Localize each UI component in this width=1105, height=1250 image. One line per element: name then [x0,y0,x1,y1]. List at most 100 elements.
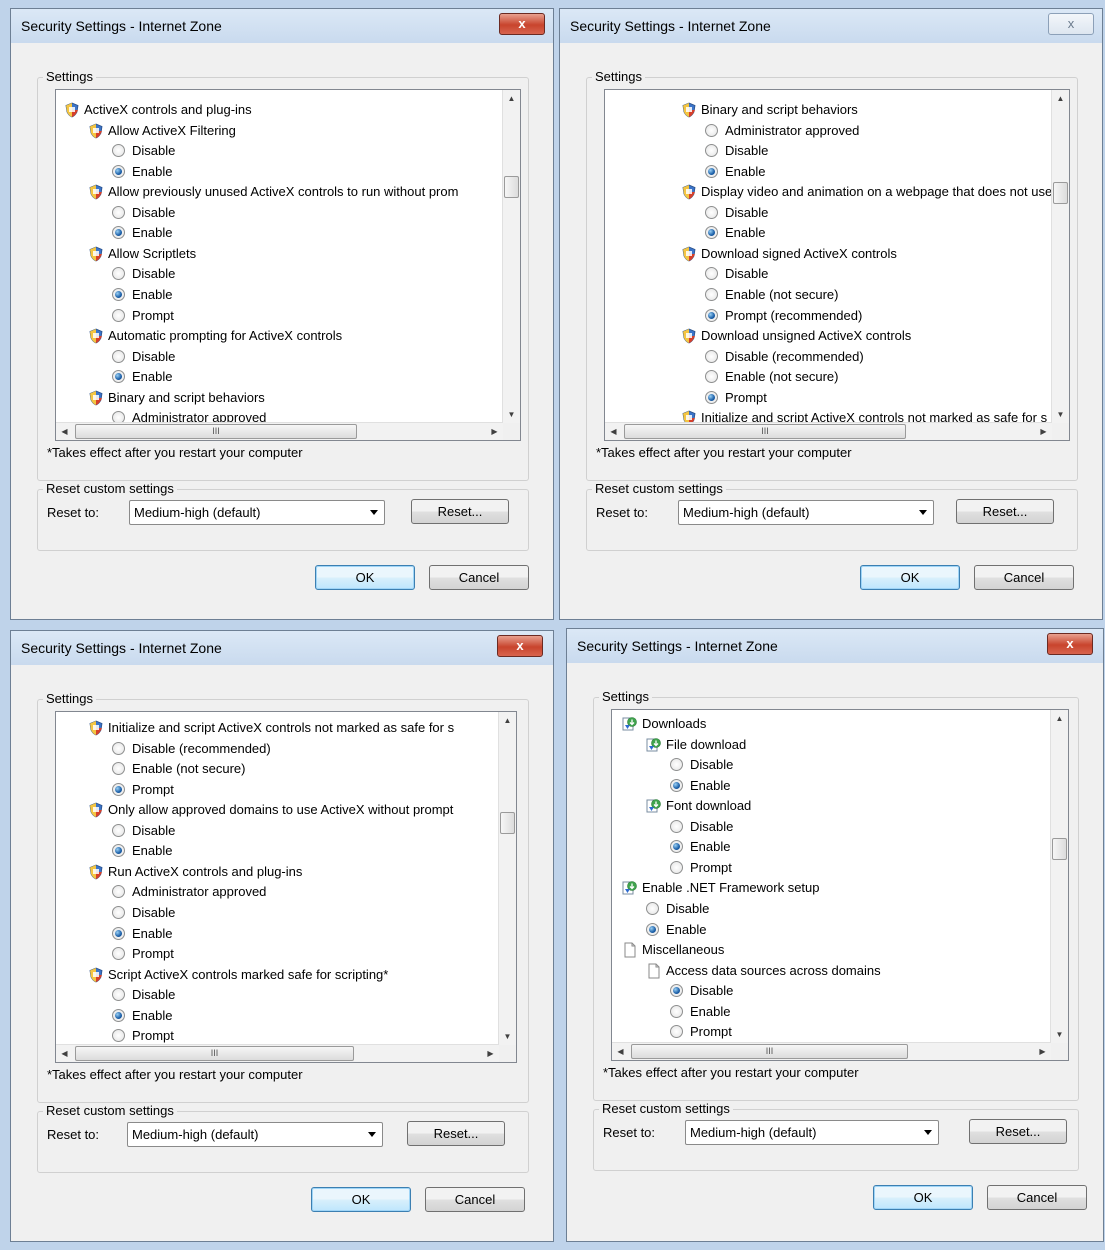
radio-checked-icon[interactable] [112,844,125,858]
radio-unchecked-icon[interactable] [112,947,125,961]
radio-unchecked-icon[interactable] [112,205,125,219]
radio-checked-icon[interactable] [705,226,718,240]
radio-unchecked-icon[interactable] [670,819,683,833]
vertical-scrollbar[interactable]: ▲ ▼ [1051,90,1069,423]
radio-unchecked-icon[interactable] [112,885,125,899]
reset-button[interactable]: Reset... [407,1121,505,1146]
cancel-button[interactable]: Cancel [425,1187,525,1212]
radio-unchecked-icon[interactable] [705,123,718,137]
scroll-right-arrow-icon[interactable]: ▶ [1035,423,1052,440]
radio-checked-icon[interactable] [112,782,125,796]
horizontal-scrollbar[interactable]: ◀ III ▶ [605,422,1052,440]
radio-checked-icon[interactable] [112,1008,125,1022]
radio-unchecked-icon[interactable] [705,205,718,219]
radio-checked-icon[interactable] [670,984,683,998]
cancel-button[interactable]: Cancel [429,565,529,590]
ok-button[interactable]: OK [873,1185,973,1210]
horizontal-scrollbar[interactable]: ◀ III ▶ [56,422,503,440]
cancel-button[interactable]: Cancel [987,1185,1087,1210]
reset-button[interactable]: Reset... [411,499,509,524]
radio-unchecked-icon[interactable] [670,860,683,874]
radio-checked-icon[interactable] [112,926,125,940]
radio-unchecked-icon[interactable] [112,905,125,919]
scroll-up-arrow-icon[interactable]: ▲ [1052,90,1069,107]
chevron-down-icon[interactable] [924,1130,932,1135]
reset-level-dropdown[interactable]: Medium-high (default) [127,1122,383,1147]
settings-list[interactable]: Downloads File download Disable Enable Font … [611,709,1069,1061]
radio-unchecked-icon[interactable] [646,901,659,915]
scroll-down-arrow-icon[interactable]: ▼ [1051,1026,1068,1043]
radio-unchecked-icon[interactable] [112,988,125,1002]
chevron-down-icon[interactable] [370,510,378,515]
ok-button[interactable]: OK [860,565,960,590]
scroll-down-arrow-icon[interactable]: ▼ [499,1028,516,1045]
vertical-scrollbar[interactable]: ▲ ▼ [498,712,516,1045]
scroll-up-arrow-icon[interactable]: ▲ [499,712,516,729]
reset-level-dropdown[interactable]: Medium-high (default) [129,500,385,525]
scroll-up-arrow-icon[interactable]: ▲ [1051,710,1068,727]
cancel-button[interactable]: Cancel [974,565,1074,590]
radio-unchecked-icon[interactable] [112,308,125,322]
radio-unchecked-icon[interactable] [112,1029,125,1043]
horizontal-scroll-thumb[interactable]: III [75,424,357,439]
reset-button[interactable]: Reset... [956,499,1054,524]
radio-checked-icon[interactable] [670,840,683,854]
radio-unchecked-icon[interactable] [705,349,718,363]
horizontal-scroll-thumb[interactable]: III [624,424,906,439]
horizontal-scrollbar[interactable]: ◀ III ▶ [612,1042,1051,1060]
radio-checked-icon[interactable] [705,164,718,178]
scroll-thumb[interactable] [504,176,519,199]
ok-button[interactable]: OK [315,565,415,590]
radio-unchecked-icon[interactable] [705,370,718,384]
horizontal-scroll-thumb[interactable]: III [631,1044,908,1059]
scroll-left-arrow-icon[interactable]: ◀ [56,423,73,440]
horizontal-scrollbar[interactable]: ◀ III ▶ [56,1044,499,1062]
scroll-thumb[interactable] [1052,837,1067,860]
radio-checked-icon[interactable] [670,778,683,792]
scroll-right-arrow-icon[interactable]: ▶ [482,1045,499,1062]
radio-checked-icon[interactable] [112,370,125,384]
close-button[interactable]: x [1048,13,1094,35]
radio-unchecked-icon[interactable] [112,349,125,363]
radio-checked-icon[interactable] [646,922,659,936]
scroll-left-arrow-icon[interactable]: ◀ [605,423,622,440]
reset-level-dropdown[interactable]: Medium-high (default) [678,500,934,525]
radio-checked-icon[interactable] [705,390,718,404]
radio-unchecked-icon[interactable] [705,287,718,301]
reset-button[interactable]: Reset... [969,1119,1067,1144]
settings-list[interactable]: Initialize and script ActiveX controls n… [55,711,517,1063]
scroll-thumb[interactable] [1053,181,1068,204]
scroll-down-arrow-icon[interactable]: ▼ [1052,406,1069,423]
chevron-down-icon[interactable] [919,510,927,515]
radio-unchecked-icon[interactable] [670,1025,683,1039]
close-button[interactable]: x [497,635,543,657]
close-button[interactable]: x [499,13,545,35]
radio-checked-icon[interactable] [112,164,125,178]
radio-unchecked-icon[interactable] [112,144,125,158]
radio-checked-icon[interactable] [112,287,125,301]
radio-checked-icon[interactable] [112,226,125,240]
radio-unchecked-icon[interactable] [705,144,718,158]
radio-unchecked-icon[interactable] [112,741,125,755]
radio-unchecked-icon[interactable] [670,758,683,772]
radio-checked-icon[interactable] [705,308,718,322]
radio-unchecked-icon[interactable] [705,267,718,281]
reset-level-dropdown[interactable]: Medium-high (default) [685,1120,939,1145]
chevron-down-icon[interactable] [368,1132,376,1137]
radio-unchecked-icon[interactable] [670,1004,683,1018]
horizontal-scroll-thumb[interactable]: III [75,1046,354,1061]
scroll-down-arrow-icon[interactable]: ▼ [503,406,520,423]
vertical-scrollbar[interactable]: ▲ ▼ [1050,710,1068,1043]
vertical-scrollbar[interactable]: ▲ ▼ [502,90,520,423]
radio-unchecked-icon[interactable] [112,823,125,837]
scroll-up-arrow-icon[interactable]: ▲ [503,90,520,107]
settings-list[interactable]: ActiveX controls and plug-ins Allow Activ… [55,89,521,441]
scroll-thumb[interactable] [500,812,515,835]
close-button[interactable]: x [1047,633,1093,655]
settings-list[interactable]: Binary and script behaviors Administrator… [604,89,1070,441]
radio-unchecked-icon[interactable] [112,762,125,776]
scroll-left-arrow-icon[interactable]: ◀ [612,1043,629,1060]
scroll-right-arrow-icon[interactable]: ▶ [1034,1043,1051,1060]
ok-button[interactable]: OK [311,1187,411,1212]
radio-unchecked-icon[interactable] [112,267,125,281]
